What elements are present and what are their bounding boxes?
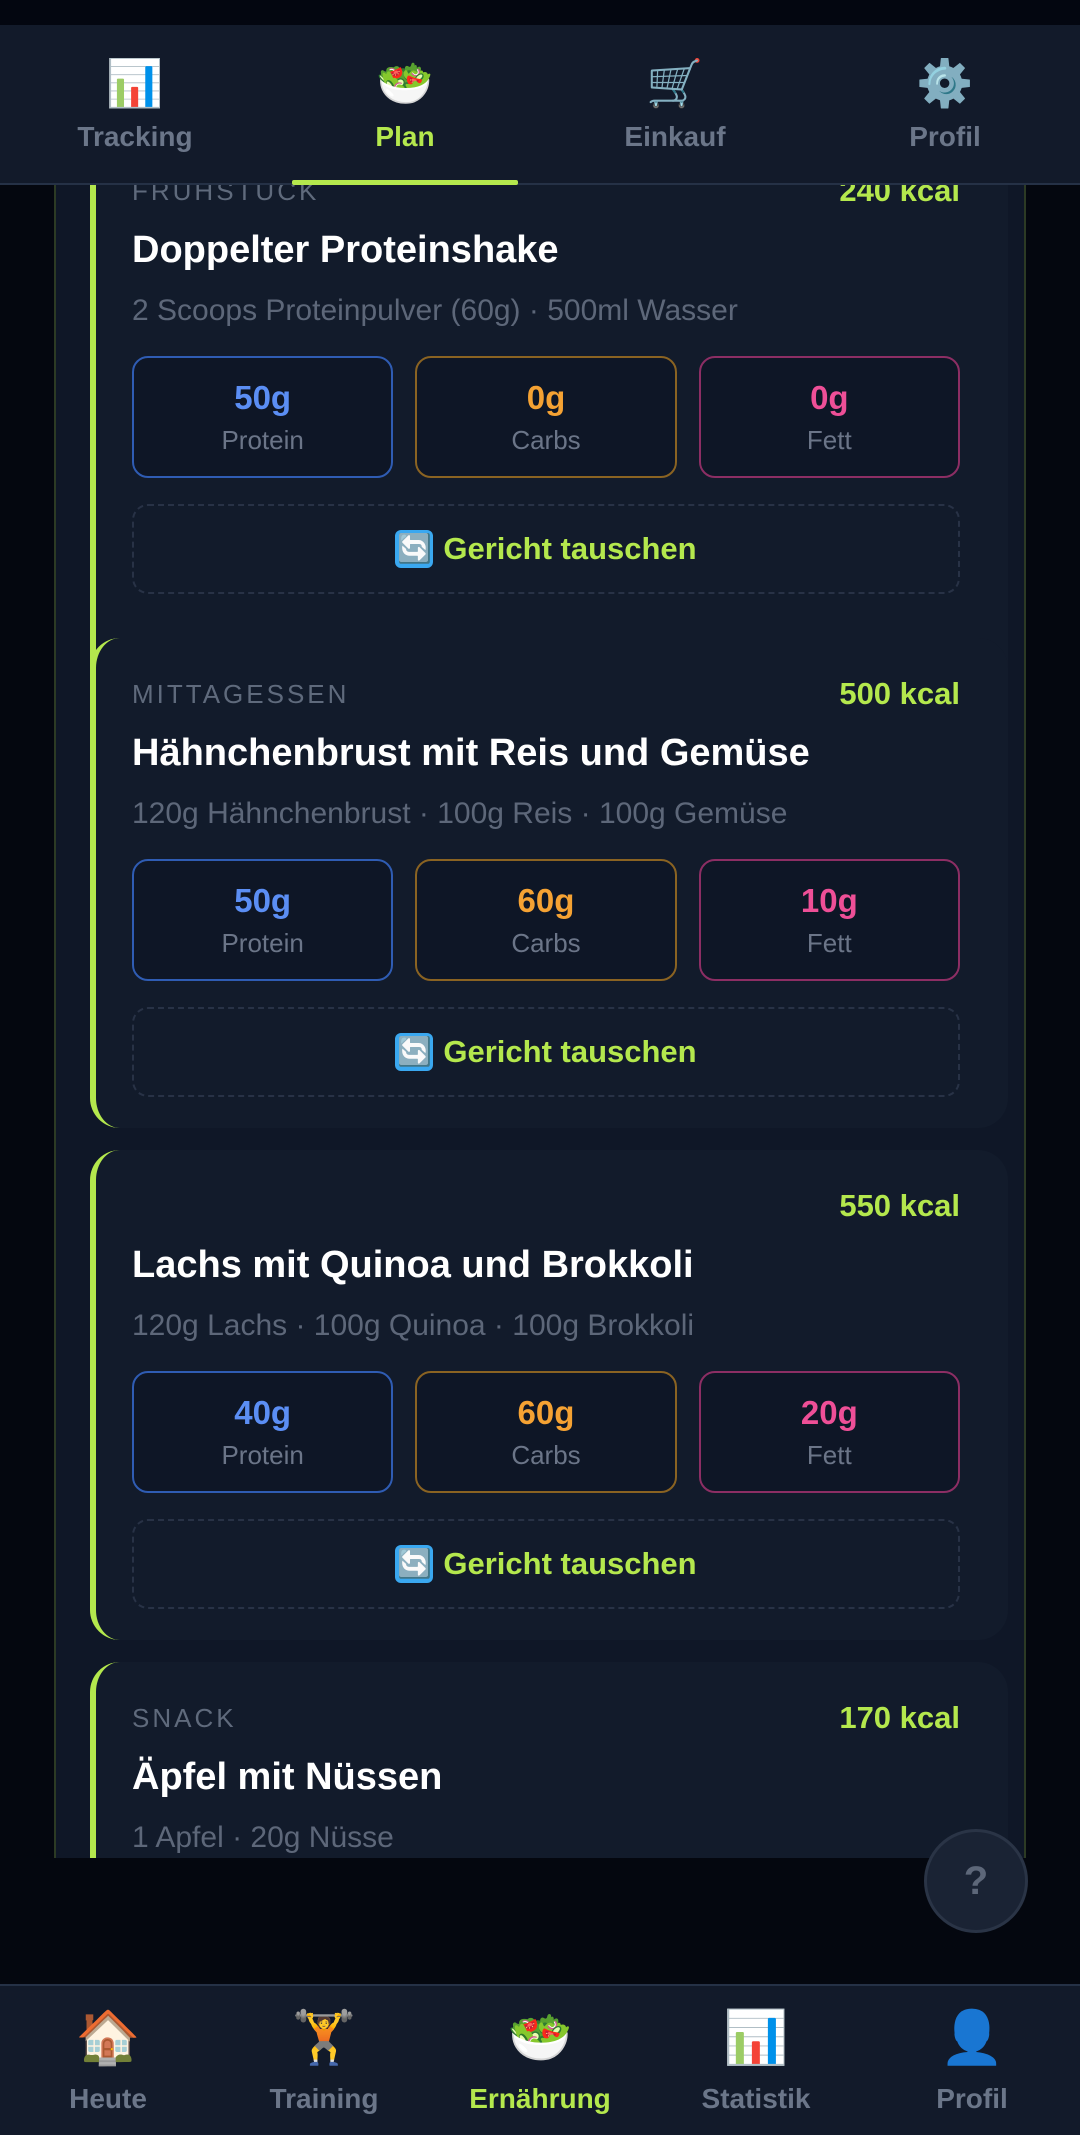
meal-plan-list[interactable]: FRÜHSTÜCK 240 kcal Doppelter Proteinshak… [54, 185, 1026, 1858]
swap-meal-label: Gericht tauschen [443, 1034, 697, 1069]
nav-ernaehrung-label: Ernährung [469, 2082, 611, 2114]
nav-statistik[interactable]: 📊 Statistik [648, 1986, 864, 2135]
macro-protein-value: 50g [234, 881, 292, 919]
macro-protein: 50g Protein [132, 356, 394, 478]
salad-icon: 🥗 [507, 2007, 573, 2068]
top-tab-bar: 📊 Tracking 🥗 Plan 🛒 Einkauf ⚙️ Profil [0, 25, 1080, 185]
macro-carbs-label: Carbs [511, 927, 581, 958]
help-button[interactable]: ? [924, 1829, 1028, 1933]
meal-card-snack: SNACK 170 kcal Äpfel mit Nüssen 1 Apfel … [90, 1662, 1008, 1858]
nav-profil-label: Profil [936, 2082, 1008, 2114]
meal-kcal: 500 kcal [839, 676, 960, 711]
tab-einkauf-label: Einkauf [624, 121, 726, 152]
tab-plan-label: Plan [375, 121, 435, 152]
macro-row: 50g Protein 60g Carbs 10g Fett [132, 859, 960, 981]
tab-profil-label: Profil [909, 121, 981, 152]
macro-row: 40g Protein 60g Carbs 20g Fett [132, 1371, 960, 1493]
meal-kcal: 550 kcal [839, 1188, 960, 1223]
macro-carbs: 60g Carbs [415, 1371, 677, 1493]
macro-protein-value: 50g [234, 378, 292, 416]
macro-fett: 20g Fett [698, 1371, 960, 1493]
user-icon: 👤 [939, 2007, 1005, 2068]
macro-carbs-label: Carbs [511, 1439, 581, 1470]
swap-meal-label: Gericht tauschen [443, 531, 697, 566]
nav-training-label: Training [269, 2082, 379, 2114]
chart-icon: 📊 [106, 56, 164, 110]
nav-training[interactable]: 🏋️ Training [216, 1986, 432, 2135]
meal-kcal: 170 kcal [839, 1700, 960, 1735]
macro-carbs: 0g Carbs [415, 356, 677, 478]
swap-icon: 🔄 [395, 1545, 434, 1583]
meal-kcal: 240 kcal [839, 185, 960, 208]
macro-fett-value: 10g [800, 881, 858, 919]
macro-carbs-value: 60g [517, 1393, 575, 1431]
meal-card-lunch: MITTAGESSEN 500 kcal Hähnchenbrust mit R… [90, 638, 1008, 1128]
macro-fett: 0g Fett [698, 356, 960, 478]
nav-statistik-label: Statistik [701, 2082, 811, 2114]
meal-description: 120g Hähnchenbrust · 100g Reis · 100g Ge… [132, 797, 788, 830]
meal-title: Hähnchenbrust mit Reis und Gemüse [132, 732, 810, 774]
meal-title: Äpfel mit Nüssen [132, 1756, 443, 1798]
meal-type: MITTAGESSEN [132, 678, 350, 709]
swap-meal-label: Gericht tauschen [443, 1546, 697, 1581]
meal-type: SNACK [132, 1702, 237, 1733]
meal-description: 1 Apfel · 20g Nüsse [132, 1821, 394, 1854]
chart-icon: 📊 [723, 2007, 789, 2068]
macro-protein-value: 40g [234, 1393, 292, 1431]
macro-carbs-label: Carbs [511, 424, 581, 455]
macro-carbs-value: 0g [526, 378, 566, 416]
macro-fett-label: Fett [806, 424, 852, 455]
tab-einkauf[interactable]: 🛒 Einkauf [540, 25, 810, 183]
macro-protein: 50g Protein [132, 859, 394, 981]
nav-heute[interactable]: 🏠 Heute [0, 1986, 216, 2135]
macro-protein-label: Protein [221, 927, 304, 958]
nav-profil[interactable]: 👤 Profil [864, 1986, 1080, 2135]
macro-fett: 10g Fett [698, 859, 960, 981]
meal-title: Lachs mit Quinoa und Brokkoli [132, 1244, 694, 1286]
macro-protein-label: Protein [221, 1439, 304, 1470]
macro-fett-label: Fett [806, 927, 852, 958]
macro-protein: 40g Protein [132, 1371, 394, 1493]
bottom-nav: 🏠 Heute 🏋️ Training 🥗 Ernährung 📊 Statis… [0, 1984, 1080, 2135]
swap-meal-button[interactable]: 🔄 Gericht tauschen [132, 1007, 960, 1097]
meal-card-dinner: 550 kcal Lachs mit Quinoa und Brokkoli 1… [90, 1150, 1008, 1640]
macro-protein-label: Protein [221, 424, 304, 455]
swap-icon: 🔄 [395, 530, 434, 568]
macro-fett-value: 0g [810, 378, 849, 416]
nav-ernaehrung[interactable]: 🥗 Ernährung [432, 1986, 648, 2135]
macro-fett-label: Fett [806, 1439, 852, 1470]
meal-description: 2 Scoops Proteinpulver (60g) · 500ml Was… [132, 294, 738, 327]
meal-title: Doppelter Proteinshake [132, 229, 559, 271]
tab-plan[interactable]: 🥗 Plan [270, 25, 540, 185]
gear-icon: ⚙️ [916, 56, 974, 110]
swap-meal-button[interactable]: 🔄 Gericht tauschen [132, 1519, 960, 1609]
house-icon: 🏠 [75, 2007, 141, 2068]
tab-profil[interactable]: ⚙️ Profil [810, 25, 1080, 183]
macro-fett-value: 20g [800, 1393, 858, 1431]
tab-tracking[interactable]: 📊 Tracking [0, 25, 270, 183]
meal-description: 120g Lachs · 100g Quinoa · 100g Brokkoli [132, 1309, 695, 1342]
macro-row: 50g Protein 0g Carbs 0g Fett [132, 356, 960, 478]
swap-meal-button[interactable]: 🔄 Gericht tauschen [132, 504, 960, 594]
macro-carbs: 60g Carbs [415, 859, 677, 981]
swap-icon: 🔄 [395, 1033, 434, 1071]
salad-icon: 🥗 [376, 56, 434, 110]
weightlifter-icon: 🏋️ [291, 2007, 357, 2068]
tab-tracking-label: Tracking [77, 121, 193, 152]
macro-carbs-value: 60g [517, 881, 575, 919]
cart-icon: 🛒 [646, 56, 704, 110]
nav-heute-label: Heute [69, 2082, 147, 2114]
meal-type: FRÜHSTÜCK [132, 185, 320, 206]
status-bar [0, 0, 1080, 25]
